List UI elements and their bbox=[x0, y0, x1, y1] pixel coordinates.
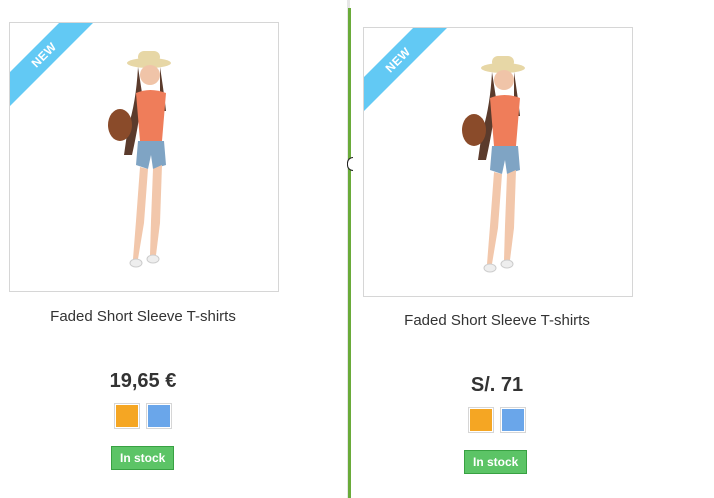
swatch-blue[interactable] bbox=[146, 403, 172, 429]
swatch-blue[interactable] bbox=[500, 407, 526, 433]
new-badge: NEW bbox=[364, 28, 452, 116]
divider-accent bbox=[348, 8, 351, 498]
product-price: S/. 71 bbox=[470, 374, 524, 396]
product-card-left: NEW Faded Short Sleeve T-shirts 19,65 € … bbox=[0, 0, 320, 498]
swatch-orange[interactable] bbox=[114, 403, 140, 429]
in-stock-badge: In stock bbox=[464, 450, 528, 474]
product-card-right: NEW Faded Short Sleeve T-shirts S/. 71 I… bbox=[354, 0, 674, 498]
divider-handle[interactable] bbox=[347, 157, 353, 171]
product-title[interactable]: Faded Short Sleeve T-shirts bbox=[354, 312, 640, 329]
product-title[interactable]: Faded Short Sleeve T-shirts bbox=[0, 308, 286, 325]
in-stock-badge: In stock bbox=[111, 446, 175, 470]
column-divider bbox=[347, 0, 354, 498]
product-price: 19,65 € bbox=[109, 370, 177, 392]
new-ribbon: NEW bbox=[10, 23, 98, 111]
product-image-frame[interactable]: NEW bbox=[9, 22, 279, 292]
new-ribbon: NEW bbox=[364, 28, 452, 116]
color-swatches bbox=[354, 407, 640, 433]
new-badge: NEW bbox=[10, 23, 98, 111]
color-swatches bbox=[0, 403, 286, 429]
product-image-frame[interactable]: NEW bbox=[363, 27, 633, 297]
swatch-orange[interactable] bbox=[468, 407, 494, 433]
